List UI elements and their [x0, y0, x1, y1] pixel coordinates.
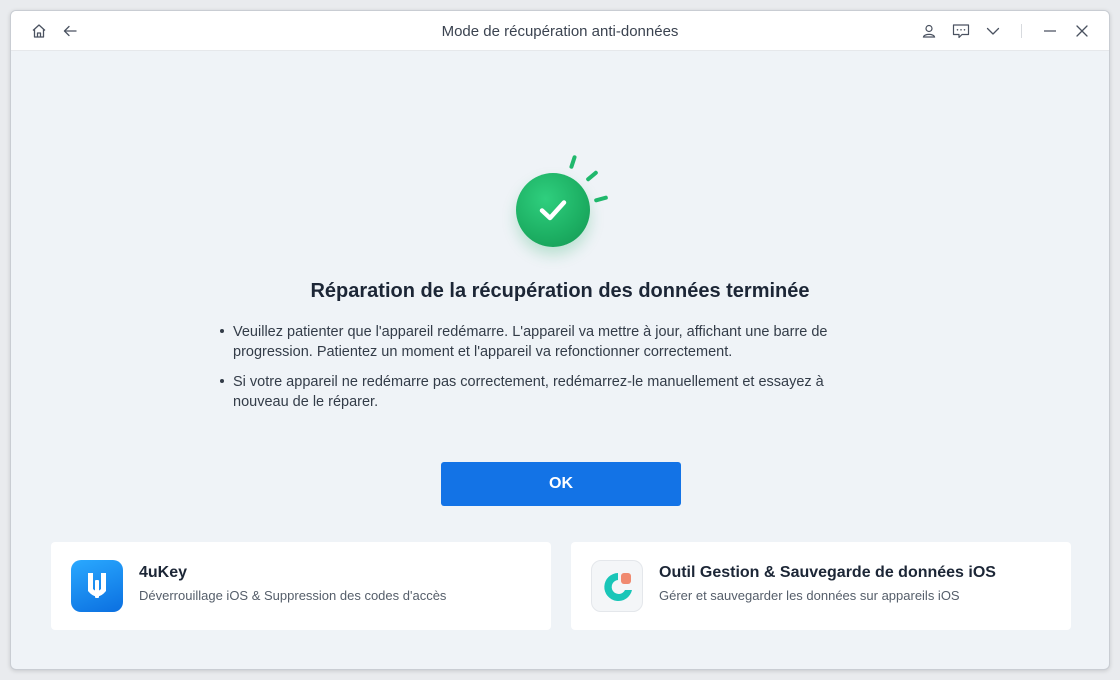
app-window: Mode de récupération anti-données Répara…: [10, 10, 1110, 670]
main-content: Réparation de la récupération des donnée…: [11, 52, 1109, 669]
close-icon[interactable]: [1072, 21, 1092, 41]
card-4ukey[interactable]: 4uKey Déverrouillage iOS & Suppression d…: [51, 542, 551, 630]
page-heading: Réparation de la récupération des donnée…: [310, 280, 810, 302]
ok-button[interactable]: OK: [441, 462, 681, 506]
user-icon[interactable]: [919, 21, 939, 41]
icarefone-app-icon: [591, 560, 643, 612]
instructions-list: Veuillez patienter que l'appareil redéma…: [219, 322, 879, 422]
card-description: Déverrouillage iOS & Suppression des cod…: [139, 588, 447, 603]
success-check-icon: [511, 152, 621, 262]
card-title: 4uKey: [139, 564, 188, 581]
4ukey-app-icon: [71, 560, 123, 612]
title-bar: Mode de récupération anti-données: [11, 11, 1109, 51]
feedback-icon[interactable]: [951, 21, 971, 41]
card-description: Gérer et sauvegarder les données sur app…: [659, 588, 960, 603]
window-title: Mode de récupération anti-données: [441, 23, 679, 40]
card-title: Outil Gestion & Sauvegarde de données iO…: [659, 564, 996, 581]
card-ios-data-manager[interactable]: Outil Gestion & Sauvegarde de données iO…: [571, 542, 1071, 630]
instruction-item: Si votre appareil ne redémarre pas corre…: [219, 372, 879, 412]
instruction-item: Veuillez patienter que l'appareil redéma…: [219, 322, 879, 362]
titlebar-separator: [1021, 24, 1022, 38]
chevron-down-icon[interactable]: [983, 21, 1003, 41]
minimize-icon[interactable]: [1040, 21, 1060, 41]
